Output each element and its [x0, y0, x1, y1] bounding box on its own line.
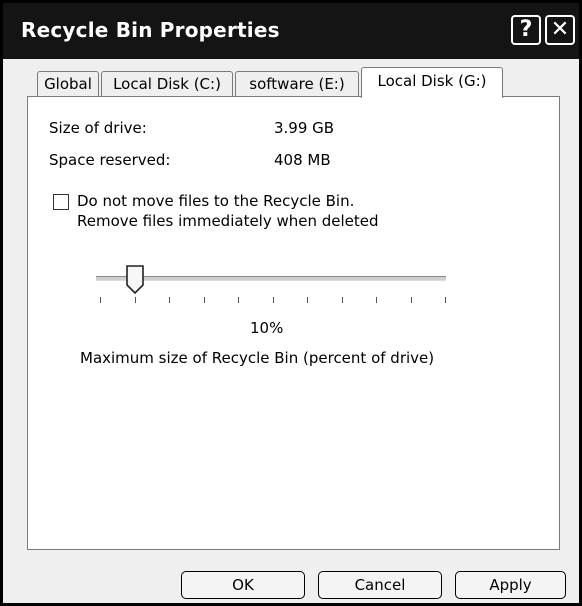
- slider-tick: [342, 297, 343, 303]
- ok-button[interactable]: OK: [181, 571, 305, 599]
- slider-tick: [411, 297, 412, 303]
- help-button[interactable]: ?: [511, 15, 541, 45]
- do-not-move-label[interactable]: Do not move files to the Recycle Bin.: [77, 192, 354, 210]
- slider-value-label: 10%: [250, 319, 284, 337]
- slider-tick: [307, 297, 308, 303]
- size-slider-track[interactable]: [96, 276, 446, 281]
- cancel-button[interactable]: Cancel: [318, 571, 442, 599]
- recycle-bin-properties-dialog: Recycle Bin Properties ? ✕ Global Local …: [0, 0, 582, 606]
- close-button[interactable]: ✕: [545, 15, 575, 45]
- window-title: Recycle Bin Properties: [21, 18, 280, 42]
- slider-tick: [445, 297, 446, 303]
- size-of-drive-label: Size of drive:: [49, 119, 147, 137]
- space-reserved-label: Space reserved:: [49, 151, 171, 169]
- slider-tick: [204, 297, 205, 303]
- title-bar[interactable]: Recycle Bin Properties ? ✕: [3, 3, 579, 59]
- apply-button[interactable]: Apply: [455, 571, 566, 599]
- tab-software-e[interactable]: software (E:): [235, 71, 359, 97]
- tab-panel: Size of drive: 3.99 GB Space reserved: 4…: [27, 96, 560, 550]
- tab-global[interactable]: Global: [37, 71, 99, 97]
- size-slider-thumb[interactable]: [125, 265, 145, 295]
- slider-tick: [376, 297, 377, 303]
- close-icon: ✕: [550, 17, 570, 42]
- help-icon: ?: [519, 17, 533, 42]
- size-of-drive-value: 3.99 GB: [274, 119, 335, 137]
- tab-local-disk-c[interactable]: Local Disk (C:): [101, 71, 233, 97]
- slider-tick: [135, 297, 136, 303]
- slider-tick: [238, 297, 239, 303]
- slider-tick: [100, 297, 101, 303]
- slider-tick: [273, 297, 274, 303]
- slider-caption: Maximum size of Recycle Bin (percent of …: [80, 349, 435, 367]
- remove-immediately-label[interactable]: Remove files immediately when deleted: [77, 212, 379, 230]
- do-not-move-checkbox[interactable]: [53, 194, 69, 210]
- slider-tick: [169, 297, 170, 303]
- space-reserved-value: 408 MB: [274, 151, 331, 169]
- tab-local-disk-g[interactable]: Local Disk (G:): [361, 67, 503, 98]
